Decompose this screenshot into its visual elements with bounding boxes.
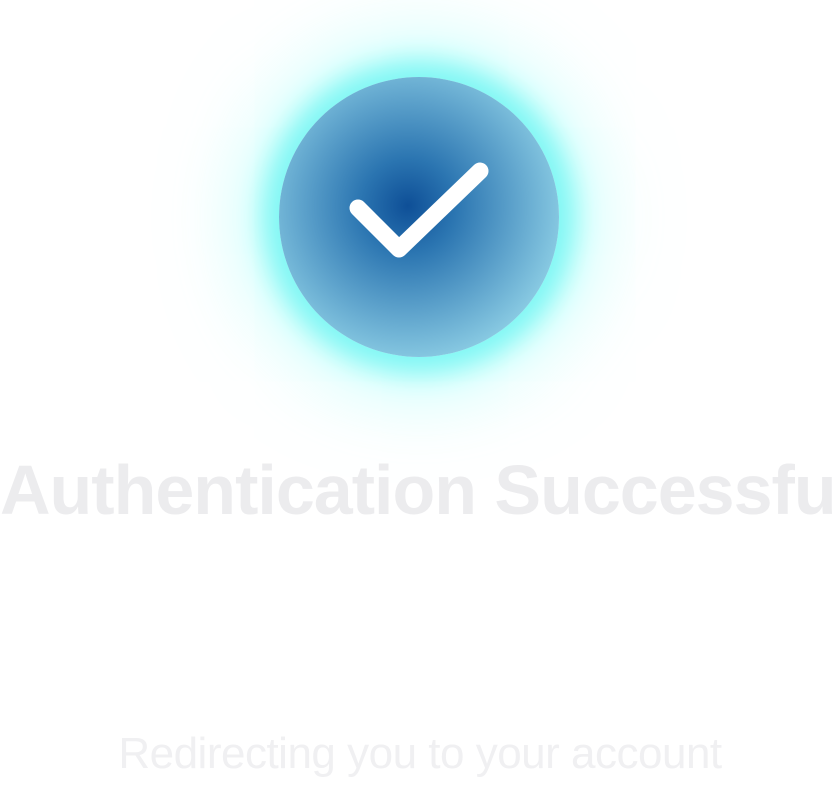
success-badge	[279, 77, 559, 357]
status-title: Authentication Successful	[0, 451, 840, 529]
checkmark-icon	[349, 162, 489, 258]
auth-success-screen: Authentication Successful Redirecting yo…	[0, 0, 840, 800]
status-subtitle: Redirecting you to your account	[118, 729, 722, 778]
